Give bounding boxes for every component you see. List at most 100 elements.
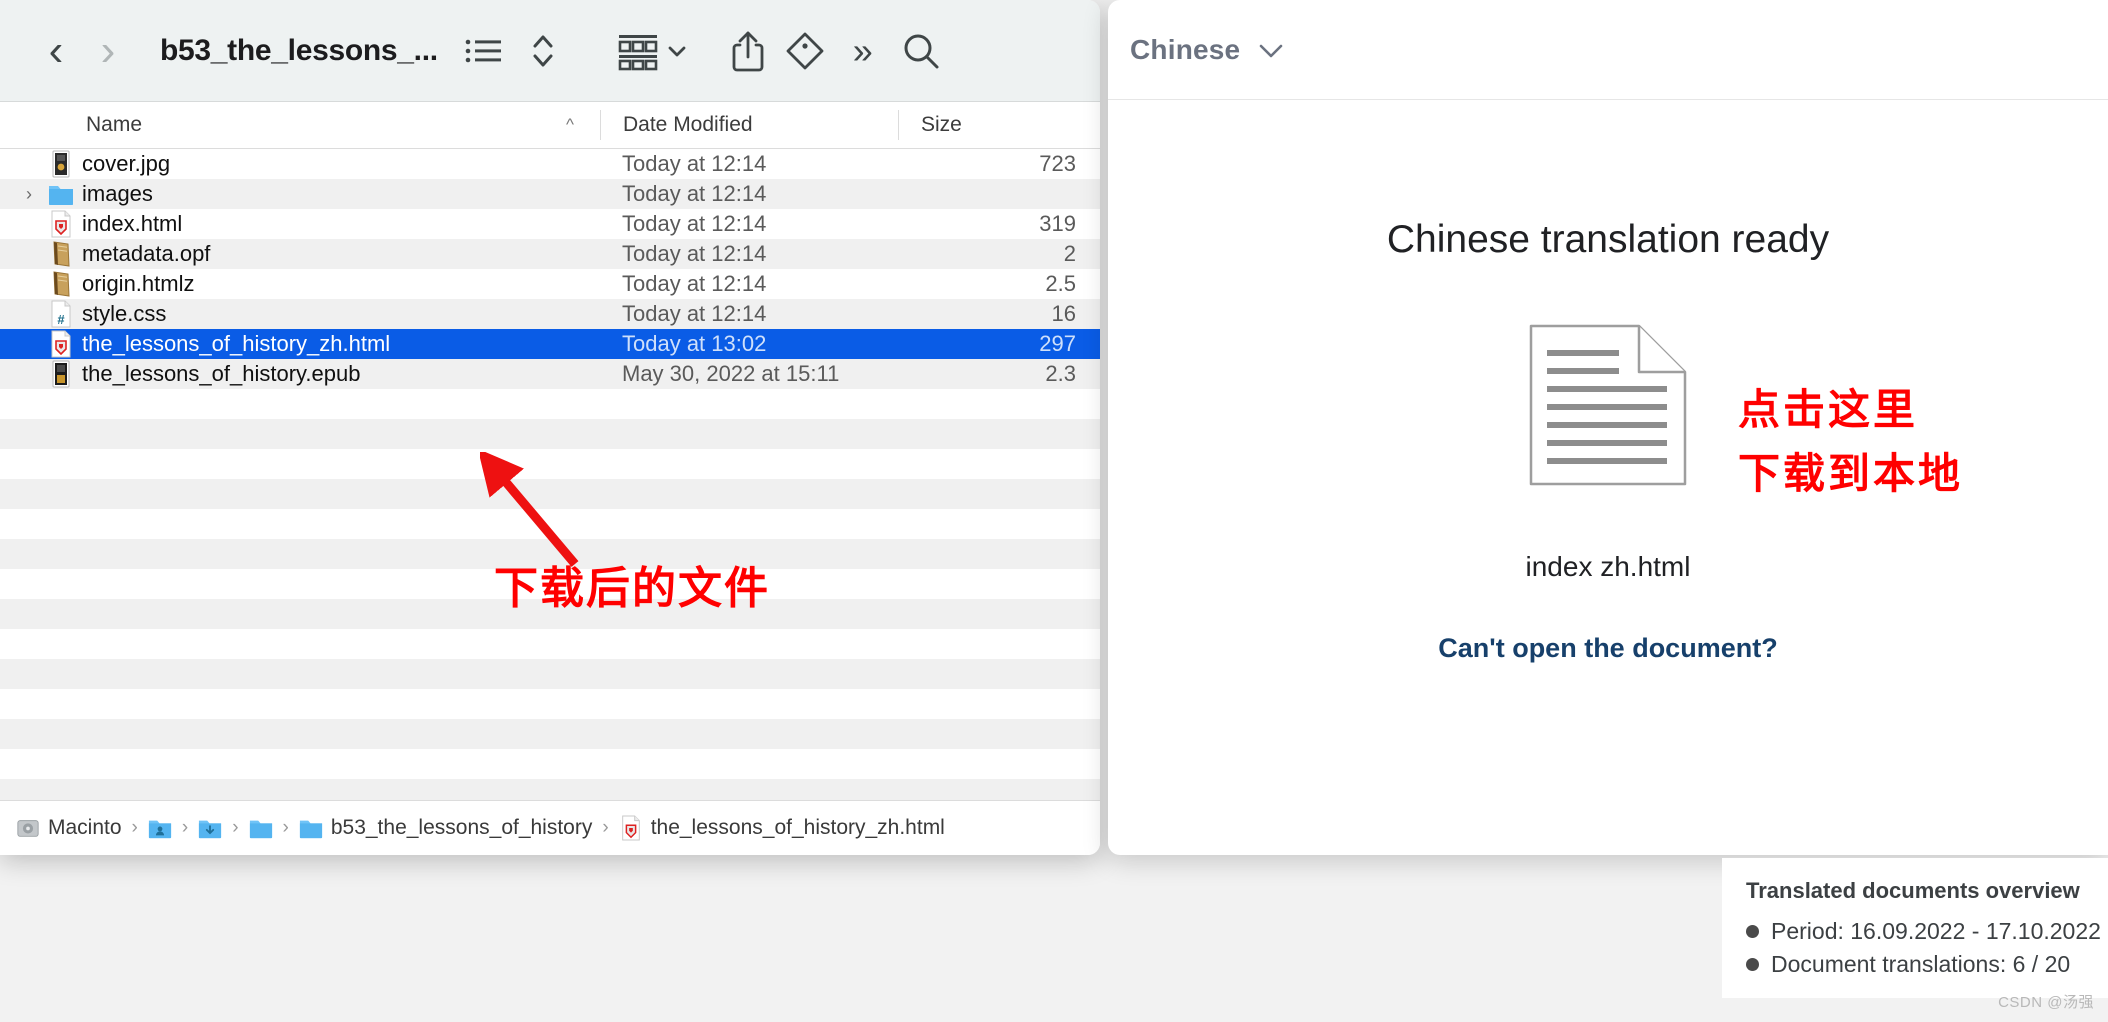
overview-item-label: Document translations: 6 / 20 [1771,951,2070,978]
breadcrumb-label: the_lessons_of_history_zh.html [651,816,945,840]
file-size-cell: 297 [898,331,1098,357]
file-name-label: metadata.opf [82,241,210,267]
window-title: b53_the_lessons_... [160,34,438,68]
epub-file-icon [40,359,82,389]
overview-item: Period: 16.09.2022 - 17.10.2022 [1746,918,2108,945]
file-list-empty-row [0,749,1100,779]
file-list-empty-row [0,629,1100,659]
tag-icon[interactable] [776,31,834,71]
css-file-icon: # [40,299,82,329]
file-name-label: origin.htmlz [82,271,194,297]
breadcrumb-separator: › [283,817,289,839]
table-row[interactable]: #style.cssToday at 12:1416 [0,299,1100,329]
translated-filename: index zh.html [1526,551,1691,583]
translation-ready-heading: Chinese translation ready [1387,218,1829,262]
language-bar: Chinese [1108,0,2108,100]
breadcrumb-label: b53_the_lessons_of_history [331,816,593,840]
folder-icon [299,814,323,842]
csdn-watermark: CSDN @汤强 [1998,991,2094,1012]
file-name-cell: origin.htmlz [0,269,600,299]
file-list-empty-row [0,689,1100,719]
breadcrumb-item[interactable] [148,814,172,842]
chevron-down-icon[interactable] [660,43,694,59]
chevron-down-icon [1256,40,1286,60]
breadcrumb-item[interactable]: the_lessons_of_history_zh.html [619,814,945,842]
file-date-cell: Today at 12:14 [600,211,898,237]
file-size-cell: 2.5 [898,271,1098,297]
column-header-name[interactable]: Name ^ [0,113,600,137]
folder-icon [249,814,273,842]
finder-toolbar: ‹ › b53_the_lessons_... [0,0,1100,102]
table-row[interactable]: ›imagesToday at 12:14 [0,179,1100,209]
breadcrumb-item[interactable]: Macinto [16,814,122,842]
overview-item: Document translations: 6 / 20 [1746,951,2108,978]
finder-window: ‹ › b53_the_lessons_... [0,0,1100,855]
language-dropdown[interactable]: Chinese [1130,34,1286,66]
annotation-click-here-line2: 下载到本地 [1738,440,1963,501]
html-file-icon [40,209,82,239]
breadcrumb-item[interactable]: b53_the_lessons_of_history [299,814,593,842]
file-name-cell: the_lessons_of_history.epub [0,359,600,389]
translated-documents-overview: Translated documents overview Period: 16… [1722,858,2108,998]
image-file-icon [40,149,82,179]
file-size-cell: 2 [898,241,1098,267]
annotation-downloaded-file-text: 下载后的文件 [494,563,770,614]
file-list-empty-row [0,659,1100,689]
file-name-cell: the_lessons_of_history_zh.html [0,329,600,359]
chevron-right-icon[interactable]: › [82,29,134,73]
file-date-cell: Today at 13:02 [600,331,898,357]
language-dropdown-label: Chinese [1130,34,1240,66]
file-name-label: cover.jpg [82,151,170,177]
html-file-icon [619,814,643,842]
user-folder-icon [148,814,172,842]
overview-item-label: Period: 16.09.2022 - 17.10.2022 [1771,918,2101,945]
file-size-cell: 2.3 [898,361,1098,387]
path-bar: Macinto››››b53_the_lessons_of_history›th… [0,800,1100,855]
file-list-empty-row [0,419,1100,449]
breadcrumb-item[interactable] [249,814,273,842]
sort-updown-icon[interactable] [530,31,556,71]
breadcrumb-separator: › [232,817,238,839]
column-header-date[interactable]: Date Modified [600,110,898,140]
sort-ascending-icon: ^ [566,115,574,135]
html-file-icon [40,329,82,359]
breadcrumb-item[interactable] [198,814,222,842]
file-list: cover.jpgToday at 12:14723›imagesToday a… [0,149,1100,389]
chevron-left-icon[interactable]: ‹ [30,29,82,73]
file-size-cell: 16 [898,301,1098,327]
chevron-double-right-icon[interactable]: » [834,30,892,72]
disclosure-triangle-icon[interactable]: › [18,184,40,205]
document-lines-icon[interactable] [1529,324,1687,491]
breadcrumb-label: Macinto [48,816,122,840]
table-row[interactable]: the_lessons_of_history.epubMay 30, 2022 … [0,359,1100,389]
share-icon[interactable] [720,29,776,73]
file-name-label: the_lessons_of_history.epub [82,361,360,387]
table-row[interactable]: metadata.opfToday at 12:142 [0,239,1100,269]
file-list-empty-row [0,719,1100,749]
book-file-icon [40,269,82,299]
breadcrumb-separator: › [132,817,138,839]
file-name-label: images [82,181,153,207]
overview-items: Period: 16.09.2022 - 17.10.2022 Document … [1746,918,2108,978]
file-date-cell: Today at 12:14 [600,151,898,177]
breadcrumb-separator: › [182,817,188,839]
list-view-icon[interactable] [464,34,504,68]
file-date-cell: Today at 12:14 [600,301,898,327]
annotation-downloaded-file: 下载后的文件 [494,552,770,616]
table-row[interactable]: cover.jpgToday at 12:14723 [0,149,1100,179]
svg-text:#: # [57,312,65,327]
file-size-cell: 319 [898,211,1098,237]
annotation-click-here-line1: 点击这里 [1738,376,1918,437]
bullet-icon [1746,925,1759,938]
group-view-icon[interactable] [616,31,660,71]
file-name-label: index.html [82,211,182,237]
file-name-label: the_lessons_of_history_zh.html [82,331,390,357]
table-row[interactable]: index.html Today at 12:14319 [0,209,1100,239]
search-icon[interactable] [892,31,950,71]
hard-disk-icon [16,814,40,842]
cant-open-document-link[interactable]: Can't open the document? [1438,633,1777,664]
column-header-size[interactable]: Size [898,110,1098,140]
table-row[interactable]: the_lessons_of_history_zh.html Today at 1… [0,329,1100,359]
table-row[interactable]: origin.htmlz Today at 12:142.5 [0,269,1100,299]
file-date-cell: Today at 12:14 [600,271,898,297]
